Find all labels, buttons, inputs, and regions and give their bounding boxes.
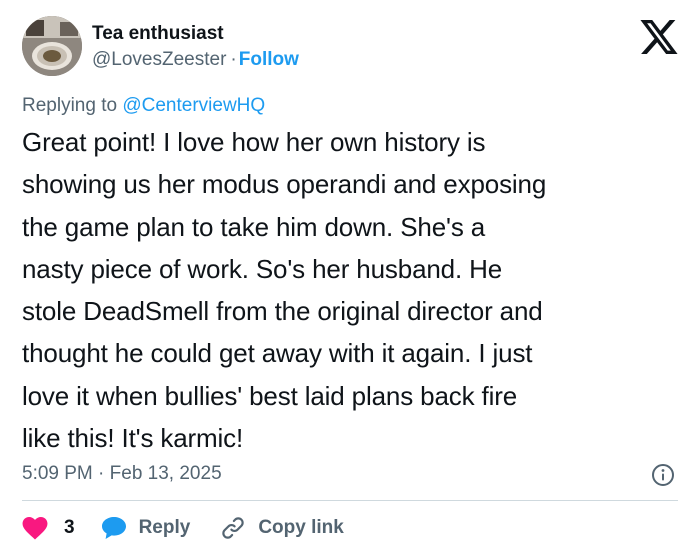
like-count: 3	[64, 517, 75, 538]
author-handle[interactable]: @LovesZeester	[92, 49, 226, 70]
tweet-text: Great point! I love how her own history …	[22, 127, 547, 454]
heart-icon	[22, 516, 48, 540]
link-icon	[222, 517, 245, 539]
reply-label: Reply	[138, 517, 191, 538]
like-button[interactable]: 3	[22, 516, 101, 540]
divider	[22, 500, 678, 501]
replying-mention[interactable]: @CenterviewHQ	[122, 95, 265, 116]
speech-bubble-icon	[101, 517, 126, 539]
reply-button[interactable]: Reply	[101, 516, 221, 540]
avatar-image	[22, 16, 82, 76]
info-icon[interactable]	[651, 463, 675, 487]
follow-button[interactable]: Follow	[239, 49, 299, 70]
copy-link-label: Copy link	[258, 517, 344, 538]
replying-to: Replying to @CenterviewHQ	[22, 94, 265, 118]
tweet-timestamp[interactable]: 5:09 PM · Feb 13, 2025	[22, 462, 222, 486]
author-display-name[interactable]: Tea enthusiast	[92, 22, 224, 46]
action-bar: 3 Reply Copy link	[22, 513, 344, 543]
separator-dot: ·	[230, 49, 237, 70]
avatar[interactable]	[22, 16, 82, 76]
tweet-date: Feb 13, 2025	[109, 463, 222, 484]
tweet-time: 5:09 PM	[22, 463, 93, 484]
author-handle-row: @LovesZeester · Follow	[92, 48, 299, 72]
copy-link-button[interactable]: Copy link	[220, 515, 344, 541]
x-logo-icon[interactable]	[640, 20, 678, 54]
timestamp-separator: ·	[98, 463, 105, 484]
replying-prefix: Replying to	[22, 95, 118, 116]
tweet-card: Tea enthusiast @LovesZeester · Follow Repl…	[0, 0, 700, 554]
